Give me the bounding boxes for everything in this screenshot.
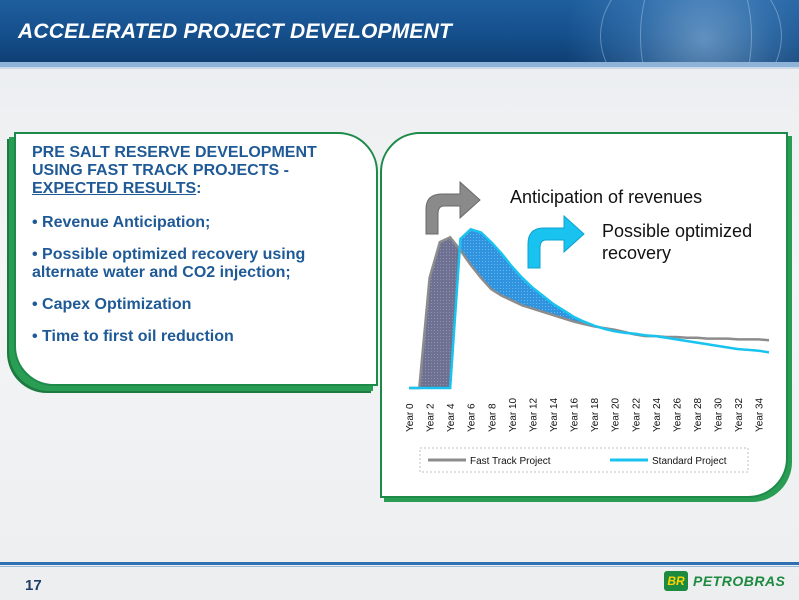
header-divider-thin: [0, 67, 799, 69]
bullet-list: • Revenue Anticipation; • Possible optim…: [32, 214, 367, 360]
legend-label-standard: Standard Project: [652, 456, 727, 467]
x-tick-label: Year 34: [755, 397, 766, 432]
optimized-recovery-arrow-icon: [527, 214, 585, 269]
x-tick-label: Year 6: [467, 403, 478, 432]
panel-heading: PRE SALT RESERVE DEVELOPMENT USING FAST …: [32, 144, 362, 198]
chart-legend: Fast Track Project Standard Project: [419, 447, 749, 473]
br-logo-icon: BR: [664, 571, 688, 591]
x-tick-label: Year 18: [590, 397, 601, 432]
x-tick-label: Year 12: [528, 397, 539, 432]
annotation-optimized-recovery: Possible optimized recovery: [602, 221, 757, 263]
footer-divider-thin: [0, 566, 799, 567]
petrobras-logo: BR PETROBRAS: [664, 570, 790, 592]
logo-wordmark: PETROBRAS: [693, 573, 786, 589]
bullet-item: • Capex Optimization: [32, 296, 192, 313]
legend-label-fast-track: Fast Track Project: [470, 456, 551, 467]
x-tick-label: Year 8: [487, 403, 498, 432]
x-tick-label: Year 0: [405, 403, 416, 432]
heading-colon: :: [196, 180, 202, 197]
x-tick-label: Year 32: [734, 397, 745, 432]
x-tick-label: Year 26: [672, 397, 683, 432]
heading-line-1: PRE SALT RESERVE DEVELOPMENT: [32, 144, 317, 161]
x-tick-label: Year 4: [446, 403, 457, 432]
results-panel: PRE SALT RESERVE DEVELOPMENT USING FAST …: [14, 132, 378, 386]
chart-panel: Anticipation of revenues Possible optimi…: [380, 132, 788, 498]
slide-title: ACCELERATED PROJECT DEVELOPMENT: [18, 20, 453, 43]
page-number: 17: [25, 577, 42, 594]
series-line-fast-track: [409, 235, 770, 390]
x-tick-label: Year 16: [570, 397, 581, 432]
footer-divider: [0, 562, 799, 565]
x-tick-label: Year 28: [693, 397, 704, 432]
heading-line-2: USING FAST TRACK PROJECTS -: [32, 162, 289, 179]
bullet-item: • Possible optimized recovery using alte…: [32, 246, 306, 281]
bullet-item: • Time to first oil reduction: [32, 328, 234, 345]
x-tick-label: Year 22: [631, 397, 642, 432]
x-tick-label: Year 30: [714, 397, 725, 432]
x-tick-label: Year 10: [508, 397, 519, 432]
annotation-line: Possible optimized: [602, 221, 752, 241]
header-banner: ACCELERATED PROJECT DEVELOPMENT: [0, 0, 799, 62]
bullet-item: • Revenue Anticipation;: [32, 214, 211, 231]
globe-meridian: [640, 0, 752, 62]
heading-line-3: EXPECTED RESULTS: [32, 180, 197, 197]
x-tick-label: Year 14: [549, 397, 560, 432]
anticipation-arrow-icon: [425, 180, 481, 235]
x-tick-label: Year 24: [652, 397, 663, 432]
annotation-line: recovery: [602, 243, 671, 263]
x-tick-label: Year 20: [611, 397, 622, 432]
production-chart: Anticipation of revenues Possible optimi…: [405, 180, 770, 473]
annotation-anticipation: Anticipation of revenues: [510, 187, 702, 207]
x-tick-label: Year 2: [426, 403, 437, 432]
